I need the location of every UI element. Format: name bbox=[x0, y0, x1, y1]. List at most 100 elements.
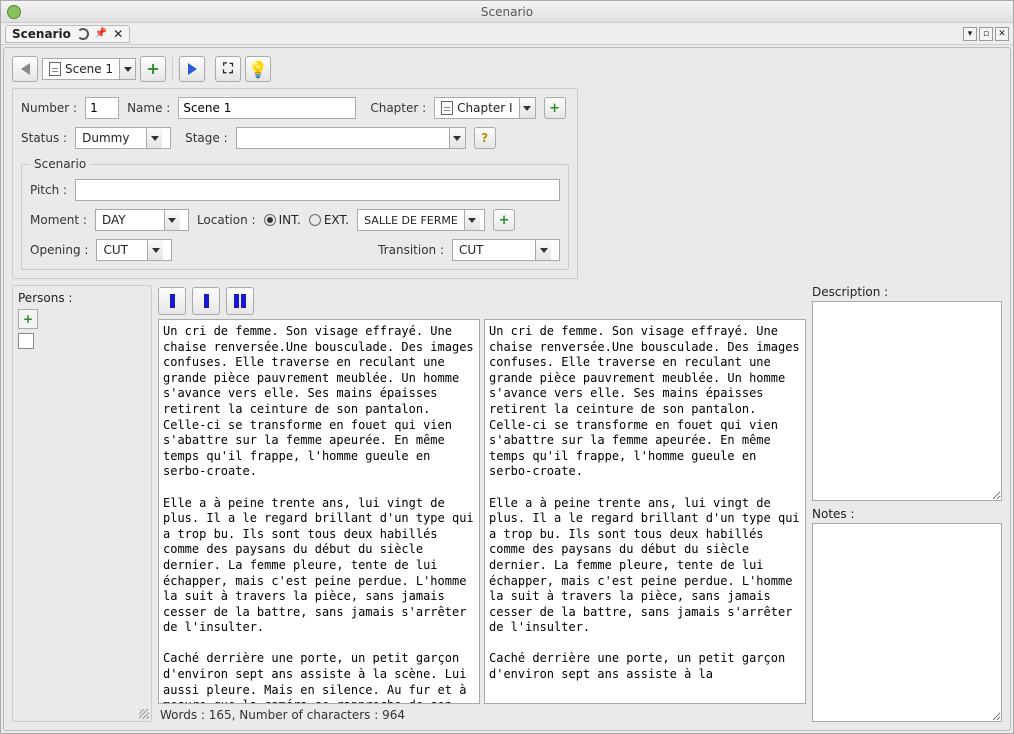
expand-icon: ⛶ bbox=[223, 61, 233, 77]
radio-label: EXT. bbox=[324, 213, 349, 227]
column-icon bbox=[204, 294, 209, 308]
chapter-value: Chapter I bbox=[457, 101, 512, 115]
person-checkbox[interactable] bbox=[18, 333, 34, 349]
chevron-down-icon[interactable] bbox=[464, 210, 480, 230]
name-label: Name : bbox=[127, 101, 170, 115]
chevron-down-icon[interactable] bbox=[519, 98, 535, 118]
chevron-down-icon[interactable] bbox=[164, 210, 180, 230]
editor-right[interactable] bbox=[485, 320, 805, 703]
panel-close-icon[interactable]: ✕ bbox=[995, 27, 1009, 41]
column-icon bbox=[170, 294, 175, 308]
window-title: Scenario bbox=[1, 5, 1013, 19]
status-line: Words : 165, Number of characters : 964 bbox=[158, 704, 806, 722]
stage-label: Stage : bbox=[185, 131, 228, 145]
plus-icon: + bbox=[146, 61, 159, 77]
chapter-label: Chapter : bbox=[370, 101, 426, 115]
moment-label: Moment : bbox=[30, 213, 87, 227]
opening-label: Opening : bbox=[30, 243, 88, 257]
view-single-button[interactable] bbox=[158, 287, 186, 315]
transition-label: Transition : bbox=[378, 243, 444, 257]
panel-maximize-icon[interactable]: ▫ bbox=[979, 27, 993, 41]
opening-selector[interactable]: CUT bbox=[96, 239, 172, 261]
moment-value: DAY bbox=[96, 213, 164, 227]
document-icon bbox=[49, 62, 61, 76]
play-button[interactable] bbox=[179, 56, 205, 82]
help-icon: ? bbox=[481, 131, 488, 145]
editor-right-wrap bbox=[484, 319, 806, 704]
refresh-icon[interactable] bbox=[77, 28, 89, 40]
name-input[interactable] bbox=[178, 97, 356, 119]
opening-value: CUT bbox=[97, 243, 147, 257]
stage-selector[interactable] bbox=[236, 127, 466, 149]
scene-form: Number : Name : Chapter : Chapter I + St… bbox=[12, 88, 578, 279]
add-location-button[interactable]: + bbox=[493, 209, 515, 231]
transition-value: CUT bbox=[453, 243, 535, 257]
idea-button[interactable]: 💡 bbox=[245, 56, 271, 82]
add-scene-button[interactable]: + bbox=[140, 56, 166, 82]
view-split-button[interactable] bbox=[226, 287, 254, 315]
pin-icon[interactable]: 📌 bbox=[95, 28, 107, 39]
chevron-down-icon[interactable] bbox=[147, 240, 163, 260]
moment-selector[interactable]: DAY bbox=[95, 209, 189, 231]
editor-column: Words : 165, Number of characters : 964 bbox=[158, 285, 806, 722]
persons-label: Persons : bbox=[18, 291, 146, 305]
notes-label: Notes : bbox=[812, 507, 1002, 521]
document-icon bbox=[441, 101, 453, 115]
status-selector[interactable]: Dummy bbox=[75, 127, 171, 149]
status-label: Status : bbox=[21, 131, 67, 145]
editor-left[interactable] bbox=[159, 320, 479, 703]
editor-left-wrap bbox=[158, 319, 480, 704]
number-label: Number : bbox=[21, 101, 77, 115]
add-person-button[interactable]: + bbox=[18, 309, 38, 329]
help-button[interactable]: ? bbox=[474, 127, 496, 149]
location-ext-radio[interactable]: EXT. bbox=[309, 213, 349, 227]
column-icon bbox=[241, 294, 246, 308]
plus-icon: + bbox=[549, 102, 560, 115]
chapter-selector[interactable]: Chapter I bbox=[434, 97, 535, 119]
panel-minimize-icon[interactable]: ▾ bbox=[963, 27, 977, 41]
close-tab-icon[interactable]: ✕ bbox=[113, 27, 123, 41]
radio-icon bbox=[309, 214, 321, 226]
arrow-left-icon bbox=[21, 63, 30, 75]
document-tab-row: Scenario 📌 ✕ ▾ ▫ ✕ bbox=[1, 23, 1013, 45]
scene-selector[interactable]: Scene 1 bbox=[42, 58, 136, 80]
status-value: Dummy bbox=[76, 131, 146, 145]
persons-panel: Persons : + bbox=[12, 285, 152, 722]
scenario-fieldset: Scenario Pitch : Moment : DAY Location :… bbox=[21, 157, 569, 270]
separator bbox=[172, 57, 173, 81]
plus-icon: + bbox=[23, 312, 33, 326]
lower-row: Persons : + bbox=[12, 285, 1002, 722]
location-selector[interactable]: SALLE DE FERME bbox=[357, 209, 485, 231]
chevron-down-icon[interactable] bbox=[449, 128, 465, 148]
pitch-label: Pitch : bbox=[30, 183, 67, 197]
number-input[interactable] bbox=[85, 97, 119, 119]
add-chapter-button[interactable]: + bbox=[544, 97, 566, 119]
view-single2-button[interactable] bbox=[192, 287, 220, 315]
back-button[interactable] bbox=[12, 56, 38, 82]
chevron-down-icon[interactable] bbox=[535, 240, 551, 260]
panel-controls: ▾ ▫ ✕ bbox=[963, 27, 1009, 41]
pitch-input[interactable] bbox=[75, 179, 560, 201]
view-mode-buttons bbox=[158, 285, 806, 319]
editors-row bbox=[158, 319, 806, 704]
chevron-down-icon[interactable] bbox=[146, 128, 162, 148]
radio-label: INT. bbox=[279, 213, 301, 227]
resize-grip[interactable] bbox=[139, 709, 149, 719]
location-label: Location : bbox=[197, 213, 256, 227]
description-textarea[interactable] bbox=[812, 301, 1002, 501]
document-tab[interactable]: Scenario 📌 ✕ bbox=[5, 25, 130, 43]
radio-icon bbox=[264, 214, 276, 226]
notes-textarea[interactable] bbox=[812, 523, 1002, 723]
right-column: Description : Notes : bbox=[812, 285, 1002, 722]
titlebar: Scenario bbox=[1, 1, 1013, 23]
scenario-legend: Scenario bbox=[30, 157, 90, 171]
plus-icon: + bbox=[499, 214, 510, 227]
app-window: Scenario Scenario 📌 ✕ ▾ ▫ ✕ Scene 1 + bbox=[0, 0, 1014, 734]
column-icon bbox=[234, 294, 239, 308]
fullscreen-button[interactable]: ⛶ bbox=[215, 56, 241, 82]
chevron-down-icon[interactable] bbox=[119, 59, 135, 79]
description-label: Description : bbox=[812, 285, 1002, 299]
play-icon bbox=[188, 63, 197, 75]
location-int-radio[interactable]: INT. bbox=[264, 213, 301, 227]
transition-selector[interactable]: CUT bbox=[452, 239, 560, 261]
